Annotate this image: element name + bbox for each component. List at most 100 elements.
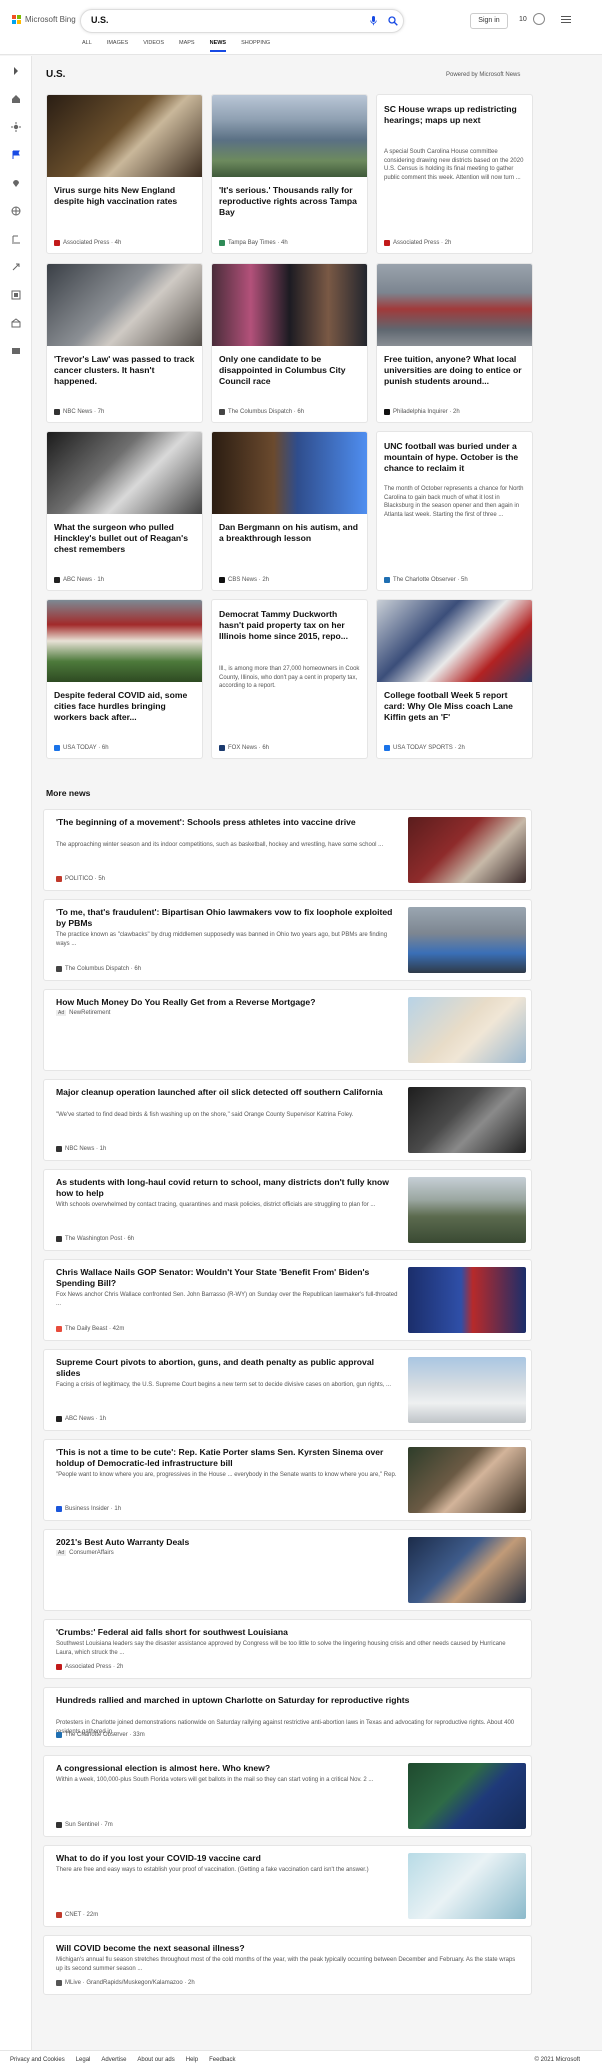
news-card-source[interactable]: Tampa Bay Times · 4h (219, 240, 288, 246)
news-card-source[interactable]: Associated Press · 4h (54, 240, 121, 246)
more-news-item[interactable]: Major cleanup operation launched after o… (43, 1079, 532, 1161)
more-news-source[interactable]: The Charlotte Observer · 33m (56, 1732, 145, 1738)
news-card-image[interactable] (212, 95, 367, 177)
more-news-item[interactable]: Chris Wallace Nails GOP Senator: Wouldn'… (43, 1259, 532, 1341)
more-news-title[interactable]: A congressional election is almost here.… (56, 1763, 398, 1774)
more-news-item[interactable]: How Much Money Do You Really Get from a … (43, 989, 532, 1071)
more-news-title[interactable]: What to do if you lost your COVID-19 vac… (56, 1853, 398, 1864)
more-news-title[interactable]: 'This is not a time to be cute': Rep. Ka… (56, 1447, 398, 1469)
news-card-title[interactable]: Free tuition, anyone? What local univers… (384, 354, 525, 387)
more-news-title[interactable]: Supreme Court pivots to abortion, guns, … (56, 1357, 398, 1379)
news-card[interactable]: Despite federal COVID aid, some cities f… (46, 599, 203, 759)
more-news-thumbnail[interactable] (408, 1087, 526, 1153)
more-news-source[interactable]: CNET · 22m (56, 1912, 98, 1918)
more-news-source[interactable]: ABC News · 1h (56, 1416, 106, 1422)
tab-shopping[interactable]: SHOPPING (241, 40, 270, 52)
more-news-source[interactable]: NBC News · 1h (56, 1146, 106, 1152)
more-news-thumbnail[interactable] (408, 1267, 526, 1333)
coronavirus-icon[interactable] (11, 122, 21, 132)
news-card-source[interactable]: The Columbus Dispatch · 6h (219, 409, 304, 415)
news-card-title[interactable]: Dan Bergmann on his autism, and a breakt… (219, 522, 360, 544)
news-card-image[interactable] (212, 432, 367, 514)
news-card-title[interactable]: 'It's serious.' Thousands rally for repr… (219, 185, 360, 218)
more-news-source[interactable]: The Daily Beast · 42m (56, 1326, 124, 1332)
news-card-source[interactable]: USA TODAY · 6h (54, 745, 109, 751)
more-news-thumbnail[interactable] (408, 817, 526, 883)
more-news-source[interactable]: MLive · GrandRapids/Muskegon/Kalamazoo ·… (56, 1980, 195, 1986)
more-news-source[interactable]: Ad NewRetirement (56, 1010, 110, 1016)
news-card-source[interactable]: NBC News · 7h (54, 409, 104, 415)
more-news-thumbnail[interactable] (408, 1763, 526, 1829)
search-input[interactable] (91, 15, 341, 25)
news-card-source[interactable]: USA TODAY SPORTS · 2h (384, 745, 465, 751)
more-news-thumbnail[interactable] (408, 1853, 526, 1919)
microphone-icon[interactable] (370, 16, 377, 26)
footer-link-legal[interactable]: Legal (76, 2057, 91, 2063)
footer-link-feedback[interactable]: Feedback (209, 2057, 235, 2063)
footer-link-help[interactable]: Help (186, 2057, 198, 2063)
news-card-title[interactable]: UNC football was buried under a mountain… (384, 441, 525, 474)
news-card-source[interactable]: CBS News · 2h (219, 577, 269, 583)
expand-chevron-icon[interactable] (11, 66, 21, 76)
more-news-item[interactable]: Will COVID become the next seasonal illn… (43, 1935, 532, 1995)
news-card-source[interactable]: FOX News · 6h (219, 745, 269, 751)
rewards-trophy-icon[interactable] (533, 13, 545, 25)
more-news-item[interactable]: A congressional election is almost here.… (43, 1755, 532, 1837)
sign-in-button[interactable]: Sign in (470, 13, 508, 29)
news-card[interactable]: What the surgeon who pulled Hinckley's b… (46, 431, 203, 591)
more-news-thumbnail[interactable] (408, 997, 526, 1063)
tab-videos[interactable]: VIDEOS (143, 40, 164, 52)
more-news-title[interactable]: 'The beginning of a movement': Schools p… (56, 817, 398, 828)
news-card-title[interactable]: College football Week 5 report card: Why… (384, 690, 525, 723)
technology-icon[interactable] (11, 290, 21, 300)
tab-maps[interactable]: MAPS (179, 40, 195, 52)
news-card-title[interactable]: Only one candidate to be disappointed in… (219, 354, 360, 387)
footer-link-privacy[interactable]: Privacy and Cookies (10, 2057, 65, 2063)
tab-all[interactable]: ALL (82, 40, 92, 52)
news-card[interactable]: SC House wraps up redistricting hearings… (376, 94, 533, 254)
more-news-title[interactable]: 'To me, that's fraudulent': Bipartisan O… (56, 907, 398, 929)
politics-icon[interactable] (11, 234, 21, 244)
more-news-item[interactable]: 'Crumbs:' Federal aid falls short for so… (43, 1619, 532, 1679)
news-card-image[interactable] (377, 600, 532, 682)
more-news-source[interactable]: Ad ConsumerAffairs (56, 1550, 114, 1556)
more-news-source[interactable]: POLITICO · 5h (56, 876, 105, 882)
more-news-thumbnail[interactable] (408, 907, 526, 973)
more-news-item[interactable]: Supreme Court pivots to abortion, guns, … (43, 1349, 532, 1431)
more-news-title[interactable]: 2021's Best Auto Warranty Deals (56, 1537, 398, 1548)
more-news-source[interactable]: Sun Sentinel · 7m (56, 1822, 113, 1828)
science-rocket-icon[interactable] (11, 262, 21, 272)
more-news-source[interactable]: The Washington Post · 6h (56, 1236, 134, 1242)
news-card-source[interactable]: ABC News · 1h (54, 577, 104, 583)
more-news-title[interactable]: As students with long-haul covid return … (56, 1177, 398, 1199)
more-news-item[interactable]: Hundreds rallied and marched in uptown C… (43, 1687, 532, 1747)
more-news-thumbnail[interactable] (408, 1177, 526, 1243)
more-news-thumbnail[interactable] (408, 1537, 526, 1603)
news-card-source[interactable]: Philadelphia Inquirer · 2h (384, 409, 460, 415)
us-news-flag-icon[interactable] (11, 150, 21, 160)
news-card[interactable]: Dan Bergmann on his autism, and a breakt… (211, 431, 368, 591)
tab-news[interactable]: NEWS (209, 40, 227, 52)
more-news-source[interactable]: The Columbus Dispatch · 6h (56, 966, 141, 972)
news-card-source[interactable]: The Charlotte Observer · 5h (384, 577, 468, 583)
news-card[interactable]: UNC football was buried under a mountain… (376, 431, 533, 591)
news-card-image[interactable] (47, 432, 202, 514)
more-news-title[interactable]: Major cleanup operation launched after o… (56, 1087, 398, 1098)
news-card[interactable]: 'Trevor's Law' was passed to track cance… (46, 263, 203, 423)
news-card-source[interactable]: Associated Press · 2h (384, 240, 451, 246)
news-card[interactable]: Democrat Tammy Duckworth hasn't paid pro… (211, 599, 368, 759)
search-box[interactable] (80, 9, 404, 33)
search-icon[interactable] (388, 16, 398, 26)
more-news-source[interactable]: Business Insider · 1h (56, 1506, 121, 1512)
more-news-item[interactable]: 'The beginning of a movement': Schools p… (43, 809, 532, 891)
tab-images[interactable]: IMAGES (107, 40, 128, 52)
news-card[interactable]: 'It's serious.' Thousands rally for repr… (211, 94, 368, 254)
news-card-title[interactable]: SC House wraps up redistricting hearings… (384, 104, 525, 126)
news-card-title[interactable]: Virus surge hits New England despite hig… (54, 185, 195, 207)
more-news-title[interactable]: Hundreds rallied and marched in uptown C… (56, 1695, 520, 1706)
more-news-item[interactable]: 'To me, that's fraudulent': Bipartisan O… (43, 899, 532, 981)
news-card[interactable]: Free tuition, anyone? What local univers… (376, 263, 533, 423)
news-card[interactable]: College football Week 5 report card: Why… (376, 599, 533, 759)
rewards-count[interactable]: 10 (519, 16, 527, 23)
more-news-title[interactable]: Chris Wallace Nails GOP Senator: Wouldn'… (56, 1267, 398, 1289)
